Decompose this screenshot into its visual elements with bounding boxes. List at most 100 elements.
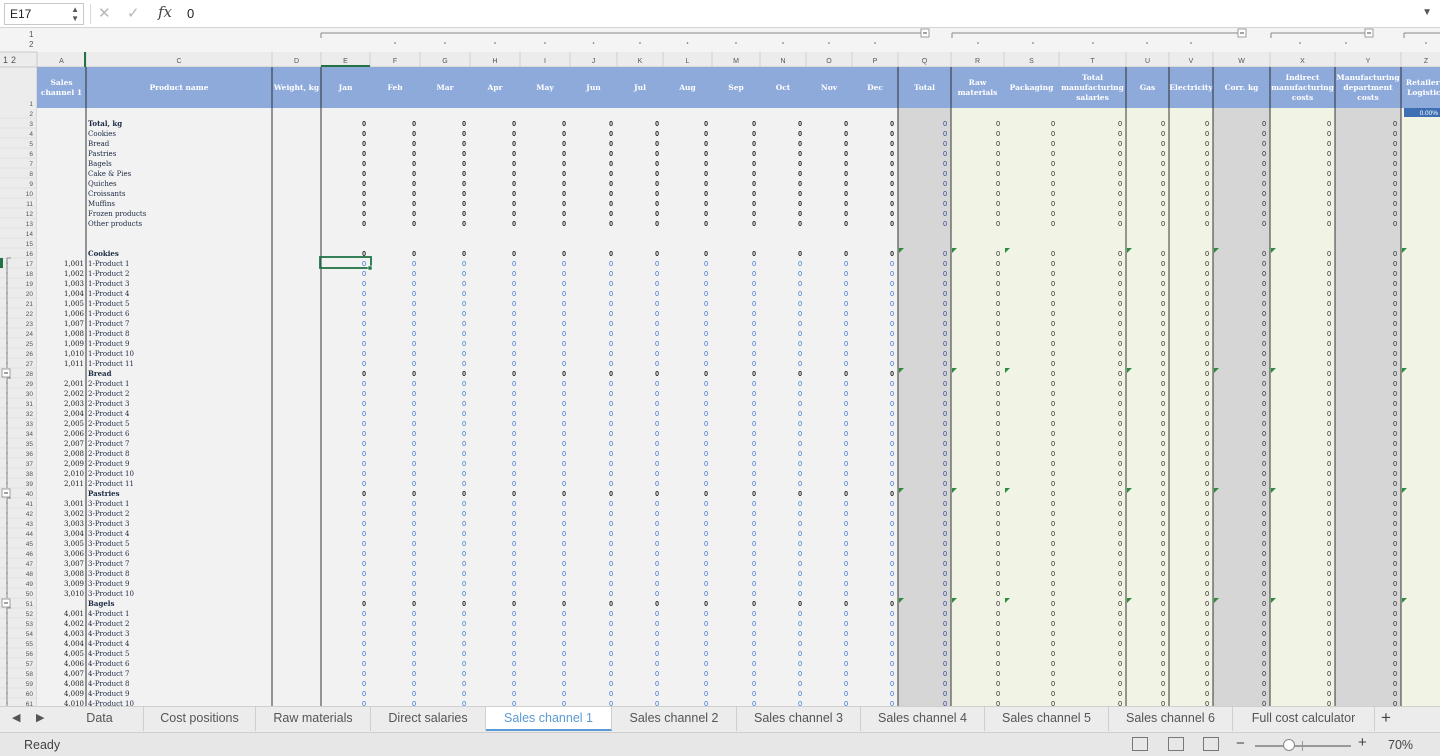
header-cell[interactable]: Jul [633,83,646,92]
cell-value[interactable]: 0 [996,301,1000,308]
cell-value[interactable]: 0 [1327,501,1331,508]
cell-value[interactable]: 0 [844,571,848,578]
cell-value[interactable]: 0 [1393,281,1397,288]
cell-value[interactable]: 0 [704,291,708,298]
cell-value[interactable]: 0 [1205,271,1209,278]
cell-value[interactable]: 0 [844,211,848,218]
cell-value[interactable]: 0 [890,481,894,488]
cell-value[interactable]: 0 [752,141,756,148]
cell-value[interactable]: 0 [844,461,848,468]
cell-value[interactable]: 0 [512,491,516,498]
cell-value[interactable]: 0 [704,181,708,188]
row-header-42[interactable]: 42 [26,511,34,518]
cell-value[interactable]: 0 [890,591,894,598]
cell-value[interactable]: 0 [1161,521,1165,528]
cell-value[interactable]: 0 [412,171,416,178]
cell-value[interactable]: 0 [752,351,756,358]
cell-value[interactable]: 0 [752,601,756,608]
cell-value[interactable]: 0 [362,611,366,618]
cell-value[interactable]: 0 [996,631,1000,638]
cell-value[interactable]: 0 [844,531,848,538]
cell-value[interactable]: 0 [1161,511,1165,518]
cell-value[interactable]: 0 [1327,201,1331,208]
cell-value[interactable]: 0 [890,611,894,618]
cell-value[interactable]: 0 [1393,411,1397,418]
cell-value[interactable]: 0 [655,551,659,558]
cell-value[interactable]: 0 [412,651,416,658]
cell-value[interactable]: 0 [752,411,756,418]
cell-value[interactable]: 0 [512,421,516,428]
cell-value[interactable]: 0 [512,381,516,388]
cell-value[interactable]: 0 [943,361,947,368]
cell-value[interactable]: 0 [562,551,566,558]
row-header-60[interactable]: 60 [26,691,34,698]
cell-value[interactable]: 0 [704,121,708,128]
cell-value[interactable]: 0 [943,641,947,648]
product-name[interactable]: 3-Product 10 [88,590,134,598]
row-header-11[interactable]: 11 [26,201,33,208]
cell-value[interactable]: 0 [462,191,466,198]
tab-sales-channel-3[interactable]: Sales channel 3 [737,707,861,731]
cell-value[interactable]: 0 [798,661,802,668]
cell-value[interactable]: 0 [655,211,659,218]
cell-value[interactable]: 0 [1393,151,1397,158]
cell-value[interactable]: 0 [1262,681,1266,688]
cell-value[interactable]: 0 [704,261,708,268]
cell-value[interactable]: 0 [1262,141,1266,148]
row-header-6[interactable]: 6 [29,151,33,158]
column-header-T[interactable]: T [1090,58,1095,65]
cell-value[interactable]: 0 [943,431,947,438]
cell-value[interactable]: 0 [655,461,659,468]
cell-value[interactable]: 0 [996,321,1000,328]
cell-value[interactable]: 0 [752,201,756,208]
row-header-51[interactable]: 51 [26,601,34,608]
cell-value[interactable]: 0 [1205,641,1209,648]
cell-value[interactable]: 0 [1327,351,1331,358]
cell-value[interactable]: 0 [1262,421,1266,428]
cell-value[interactable]: 0 [655,201,659,208]
cell-value[interactable]: 0 [462,651,466,658]
cell-value[interactable]: 0 [1262,401,1266,408]
cell-value[interactable]: 0 [462,541,466,548]
cell-value[interactable]: 0 [655,431,659,438]
cell-value[interactable]: 0 [844,151,848,158]
cell-value[interactable]: 0 [996,261,1000,268]
cell-value[interactable]: 0 [704,211,708,218]
cell-value[interactable]: 0 [1051,591,1055,598]
cell-value[interactable]: 0 [704,481,708,488]
cell-value[interactable]: 0 [1051,431,1055,438]
cell-value[interactable]: 0 [798,531,802,538]
cell-value[interactable]: 0 [943,121,947,128]
cell-value[interactable]: 0 [1262,271,1266,278]
cell-value[interactable]: 0 [512,311,516,318]
cell-value[interactable]: 0 [562,251,566,258]
cell-value[interactable]: 0 [1327,421,1331,428]
cell-value[interactable]: 0 [1118,521,1122,528]
cell-value[interactable]: 0 [704,531,708,538]
cell-value[interactable]: 0 [1393,541,1397,548]
cell-value[interactable]: 0 [1393,591,1397,598]
cell-value[interactable]: 0 [752,471,756,478]
cell-value[interactable]: 0 [1118,581,1122,588]
cell-value[interactable]: 0 [1262,381,1266,388]
cell-value[interactable]: 0 [890,411,894,418]
cell-value[interactable]: 0 [512,631,516,638]
row-header-43[interactable]: 43 [26,521,34,528]
cell-value[interactable]: 0 [844,621,848,628]
cell-value[interactable]: 0 [512,251,516,258]
cell-value[interactable]: 0 [462,511,466,518]
cell-value[interactable]: 0 [562,381,566,388]
row-header-33[interactable]: 33 [26,421,34,428]
cell-value[interactable]: 0 [512,121,516,128]
cell-value[interactable]: 0 [844,341,848,348]
cell-value[interactable]: 0 [1205,201,1209,208]
cell-value[interactable]: 0 [943,251,947,258]
cell-value[interactable]: 0 [996,611,1000,618]
cell-value[interactable]: 0 [1161,351,1165,358]
cell-value[interactable]: 0 [1327,171,1331,178]
column-outline-level-1[interactable]: 1 [29,30,34,39]
cell-value[interactable]: 0 [798,651,802,658]
cell-value[interactable]: 0 [512,441,516,448]
cell-value[interactable]: 0 [1205,291,1209,298]
cell-value[interactable]: 0 [996,591,1000,598]
